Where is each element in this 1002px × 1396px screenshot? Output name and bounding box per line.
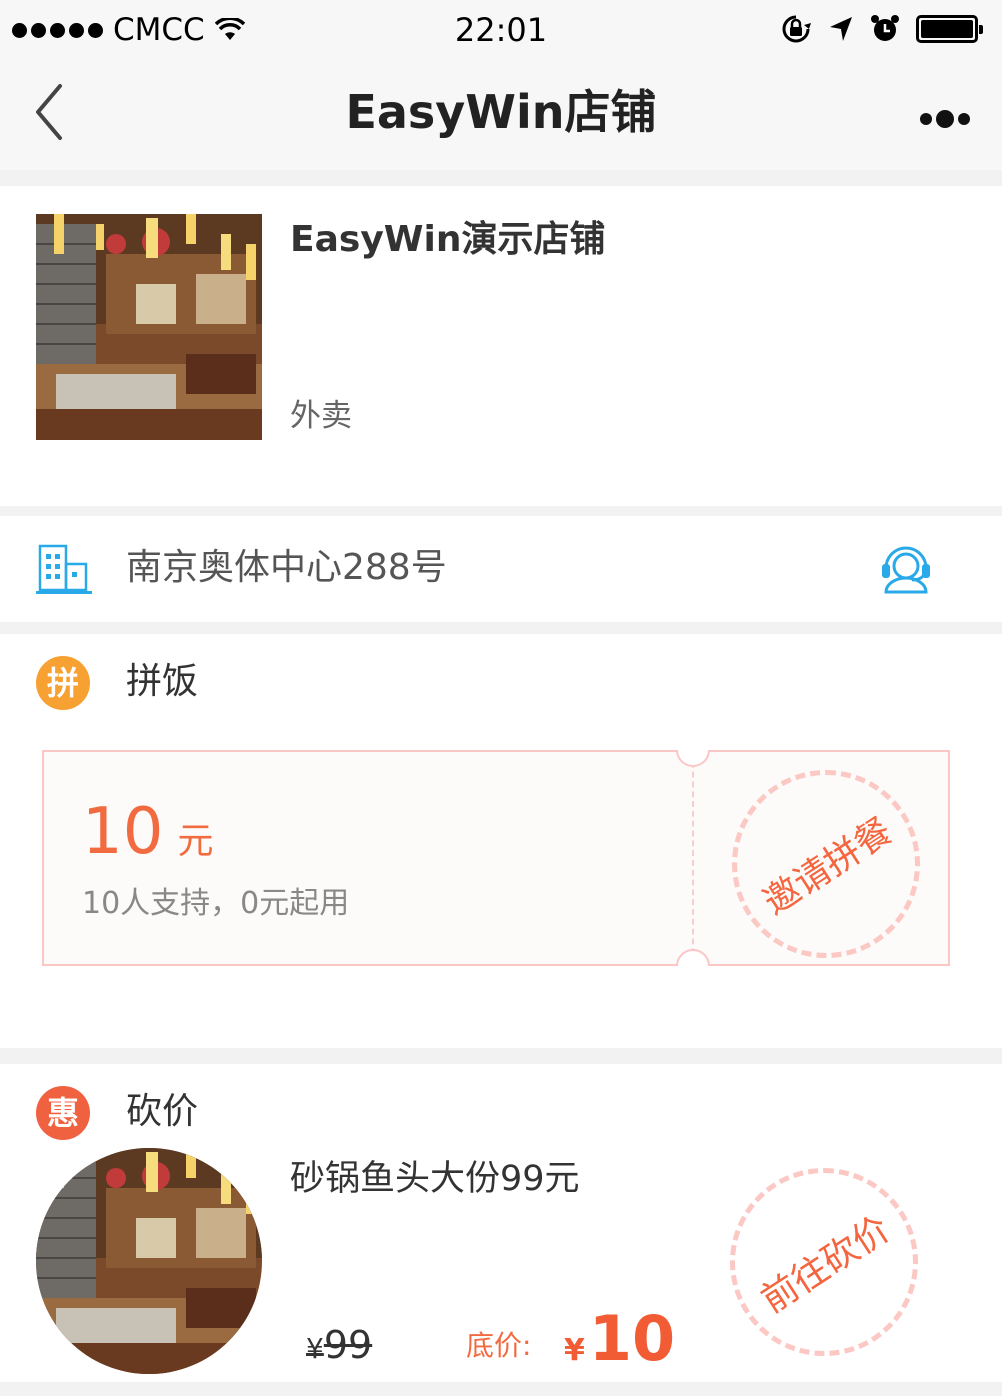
product-image[interactable] [36, 1148, 262, 1374]
store-address: 南京奥体中心288号 [126, 547, 447, 588]
go-bargain-label: 前往砍价 [754, 1208, 898, 1322]
coupon-description: 10人支持，0元起用 [82, 886, 350, 921]
original-price-currency: ¥ [306, 1332, 324, 1365]
bargain-section-title: 砍价 [126, 1091, 199, 1132]
original-price: ¥99 [306, 1320, 372, 1374]
location-arrow-icon [830, 17, 852, 41]
nav-bar: EasyWin店铺 [0, 56, 1002, 170]
floor-price-value: 10 [588, 1302, 676, 1375]
bottom-gap [0, 1382, 1002, 1396]
go-bargain-button[interactable]: 前往砍价 [730, 1168, 918, 1356]
invite-group-button[interactable]: 邀请拼餐 [732, 770, 920, 958]
more-dots-icon[interactable] [916, 110, 970, 128]
product-name: 砂锅鱼头大份99元 [290, 1159, 580, 1199]
store-info[interactable]: EasyWin演示店铺 外卖 [0, 186, 1002, 506]
coupon-amount-value: 10 [82, 795, 164, 869]
page-title: EasyWin店铺 [345, 85, 657, 139]
bargain-badge: 惠 [36, 1086, 90, 1140]
coupon-divider [692, 752, 694, 964]
coupon-amount: 10 元 [82, 796, 213, 884]
orientation-lock-icon [782, 15, 811, 43]
alarm-icon [871, 15, 899, 41]
floor-price: ¥10 [564, 1304, 675, 1390]
store-name: EasyWin演示店铺 [290, 219, 606, 260]
building-icon [36, 544, 92, 594]
battery-icon [916, 15, 983, 43]
group-badge: 拼 [36, 656, 90, 710]
store-category: 外卖 [290, 398, 352, 434]
address-row[interactable]: 南京奥体中心288号 [0, 516, 1002, 622]
group-section-title: 拼饭 [126, 661, 199, 702]
status-icons [764, 14, 983, 44]
original-price-value: 99 [323, 1323, 373, 1367]
coupon-amount-unit: 元 [177, 821, 214, 862]
store-image [36, 214, 262, 440]
invite-group-label: 邀请拼餐 [756, 810, 900, 924]
status-bar: CMCC 22:01 [0, 0, 1002, 56]
floor-price-currency: ¥ [564, 1333, 585, 1368]
customer-service-icon[interactable] [878, 540, 934, 596]
floor-price-label: 底价: [466, 1329, 532, 1362]
group-coupon[interactable]: 10 元 10人支持，0元起用 邀请拼餐 [42, 730, 950, 986]
group-meal-section: 拼 拼饭 10 元 10人支持，0元起用 邀请拼餐 [0, 634, 1002, 1048]
bargain-section: 惠 砍价 砂锅鱼头大份99元 ¥99 底价: ¥10 前往砍价 [0, 1064, 1002, 1382]
